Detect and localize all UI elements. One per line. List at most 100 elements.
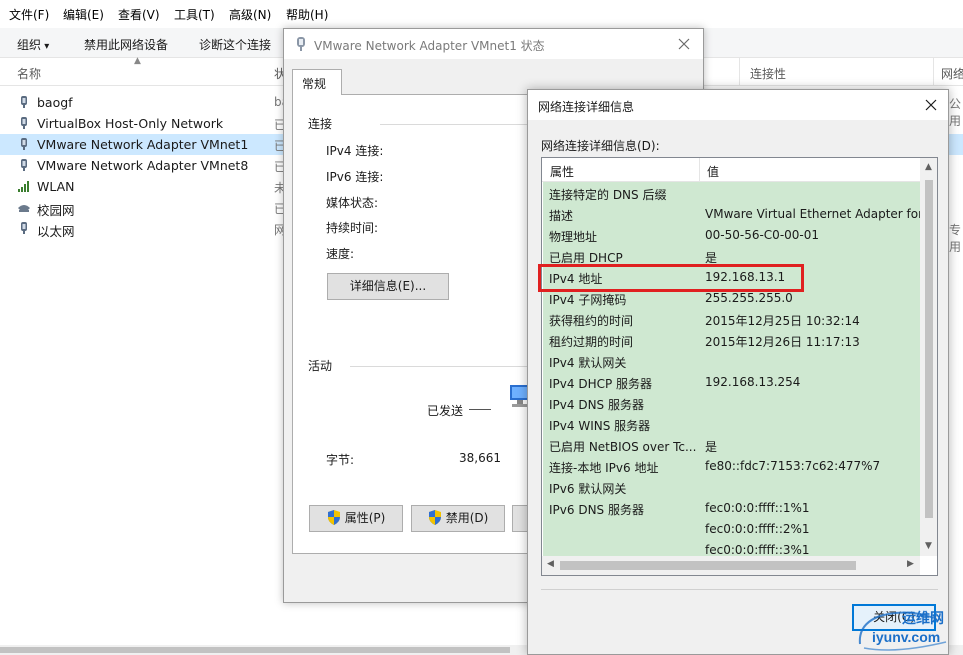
- scroll-thumb[interactable]: [925, 180, 933, 518]
- details-row[interactable]: 租约过期的时间 2015年12月26日 11:17:13: [543, 330, 920, 351]
- property-value: fec0:0:0:ffff::1%1: [705, 501, 810, 515]
- property-name: 物理地址: [549, 230, 598, 244]
- property-value: 2015年12月25日 10:32:14: [705, 314, 860, 328]
- dialog-title: VMware Network Adapter VMnet1 状态: [314, 39, 545, 53]
- property-name: 描述: [549, 209, 574, 223]
- column-connectivity-header[interactable]: 连接性: [750, 65, 786, 82]
- network-adapter-icon: [21, 117, 27, 129]
- details-row[interactable]: 连接特定的 DNS 后缀: [543, 183, 920, 204]
- menu-file[interactable]: 文件(F): [9, 6, 49, 23]
- column-value-header[interactable]: 值: [707, 163, 719, 180]
- column-property-header[interactable]: 属性: [550, 163, 574, 180]
- menu-edit[interactable]: 编辑(E): [63, 6, 104, 23]
- horizontal-scrollbar[interactable]: ◀ ▶: [542, 556, 920, 575]
- watermark-brand: 运维网: [902, 611, 944, 627]
- column-network-header[interactable]: 网络: [941, 65, 963, 82]
- tab-general-label: 常规: [302, 77, 327, 91]
- column-divider[interactable]: [933, 58, 934, 86]
- details-row[interactable]: 已启用 NetBIOS over Tc... 是: [543, 435, 920, 456]
- menu-bar: 文件(F) 编辑(E) 查看(V) 工具(T) 高级(N) 帮助(H): [0, 0, 963, 28]
- sent-line: [469, 409, 491, 410]
- details-list-label: 网络连接详细信息(D):: [541, 139, 660, 153]
- details-row[interactable]: 描述 VMware Virtual Ethernet Adapter for: [543, 204, 920, 225]
- title-bar[interactable]: 网络连接详细信息: [528, 90, 948, 120]
- menu-advanced[interactable]: 高级(N): [229, 6, 271, 23]
- scroll-right-icon[interactable]: ▶: [902, 559, 919, 569]
- vertical-scrollbar[interactable]: ▲ ▼: [920, 158, 937, 556]
- tab-general[interactable]: 常规: [292, 69, 342, 95]
- network-type-fragment: 专用: [949, 223, 962, 254]
- connection-details-dialog: 网络连接详细信息 网络连接详细信息(D): 属性 值 连接特定的 DNS 后缀描…: [527, 89, 949, 655]
- bytes-sent-value: 38,661: [459, 451, 501, 465]
- details-list-body: 连接特定的 DNS 后缀描述 VMware Virtual Ethernet Ad…: [543, 182, 920, 556]
- diagnose-button[interactable]: 诊断这个连接: [199, 36, 271, 53]
- speed-label: 速度:: [326, 247, 355, 261]
- close-icon[interactable]: [673, 33, 695, 55]
- details-row[interactable]: IPv6 默认网关: [543, 477, 920, 498]
- disable-button[interactable]: 禁用(D): [411, 505, 505, 532]
- dialog-divider: [541, 589, 938, 590]
- network-type-fragment: 公用: [949, 97, 962, 128]
- property-value: fec0:0:0:ffff::2%1: [705, 522, 810, 536]
- network-adapter-icon: [297, 37, 305, 51]
- group-connection-label: 连接: [308, 117, 333, 131]
- disable-device-button[interactable]: 禁用此网络设备: [84, 36, 168, 53]
- group-activity-label: 活动: [308, 359, 333, 373]
- details-row[interactable]: IPv4 WINS 服务器: [543, 414, 920, 435]
- network-name: 校园网: [37, 203, 75, 218]
- details-row[interactable]: IPv4 DHCP 服务器 192.168.13.254: [543, 372, 920, 393]
- title-bar[interactable]: VMware Network Adapter VMnet1 状态: [284, 29, 703, 59]
- properties-button[interactable]: 属性(P): [309, 505, 403, 532]
- duration-label: 持续时间:: [326, 221, 379, 235]
- details-row[interactable]: 获得租约的时间 2015年12月25日 10:32:14: [543, 309, 920, 330]
- property-name: IPv6 DNS 服务器: [549, 503, 644, 517]
- property-name: 连接-本地 IPv6 地址: [549, 461, 659, 475]
- column-divider[interactable]: [739, 58, 740, 86]
- scroll-down-icon[interactable]: ▼: [920, 541, 937, 551]
- group-divider: [380, 124, 530, 125]
- organize-button[interactable]: 组织: [17, 36, 49, 53]
- scroll-thumb[interactable]: [560, 561, 856, 570]
- menu-tools[interactable]: 工具(T): [174, 6, 215, 23]
- details-button[interactable]: 详细信息(E)...: [327, 273, 449, 300]
- details-row[interactable]: 连接-本地 IPv6 地址 fe80::fdc7:7153:7c62:477%7: [543, 456, 920, 477]
- property-name: IPv6 默认网关: [549, 482, 627, 496]
- network-adapter-icon: [21, 159, 27, 171]
- bytes-label: 字节:: [326, 453, 355, 467]
- details-row[interactable]: fec0:0:0:ffff::3%1: [543, 540, 920, 556]
- dialog-title: 网络连接详细信息: [538, 100, 635, 114]
- column-divider[interactable]: [699, 158, 700, 182]
- property-value: 00-50-56-C0-00-01: [705, 228, 820, 242]
- property-value: 192.168.13.254: [705, 375, 801, 389]
- details-row[interactable]: 物理地址 00-50-56-C0-00-01: [543, 225, 920, 246]
- details-list[interactable]: 属性 值 连接特定的 DNS 后缀描述 VMware Virtual Ethern…: [541, 157, 938, 576]
- network-adapter-icon: [21, 222, 27, 234]
- uac-shield-icon: [428, 510, 441, 525]
- uac-shield-icon: [327, 510, 340, 525]
- network-name: VirtualBox Host-Only Network: [37, 116, 224, 131]
- dialup-icon: [18, 205, 30, 212]
- close-icon[interactable]: [920, 94, 942, 116]
- details-row[interactable]: IPv6 DNS 服务器 fec0:0:0:ffff::1%1: [543, 498, 920, 519]
- details-row[interactable]: fec0:0:0:ffff::2%1: [543, 519, 920, 540]
- scroll-left-icon[interactable]: ◀: [542, 559, 559, 569]
- menu-help[interactable]: 帮助(H): [286, 6, 328, 23]
- ipv4-highlight-box: [538, 264, 804, 292]
- network-adapter-icon: [21, 96, 27, 108]
- property-name: 租约过期的时间: [549, 335, 634, 349]
- menu-view[interactable]: 查看(V): [118, 6, 160, 23]
- property-name: IPv4 DHCP 服务器: [549, 377, 653, 391]
- network-name: baogf: [37, 95, 73, 110]
- property-name: 获得租约的时间: [549, 314, 634, 328]
- property-name: 连接特定的 DNS 后缀: [549, 188, 667, 202]
- details-row[interactable]: IPv4 默认网关: [543, 351, 920, 372]
- scroll-thumb[interactable]: [0, 647, 510, 653]
- details-row[interactable]: IPv4 DNS 服务器: [543, 393, 920, 414]
- property-name: IPv4 默认网关: [549, 356, 627, 370]
- property-name: IPv4 WINS 服务器: [549, 419, 651, 433]
- disable-button-label: 禁用(D): [445, 511, 489, 525]
- sent-label: 已发送: [427, 404, 464, 418]
- scroll-up-icon[interactable]: ▲: [920, 162, 937, 172]
- column-name-header[interactable]: 名称: [17, 65, 41, 82]
- ipv6-connectivity-label: IPv6 连接:: [326, 170, 384, 184]
